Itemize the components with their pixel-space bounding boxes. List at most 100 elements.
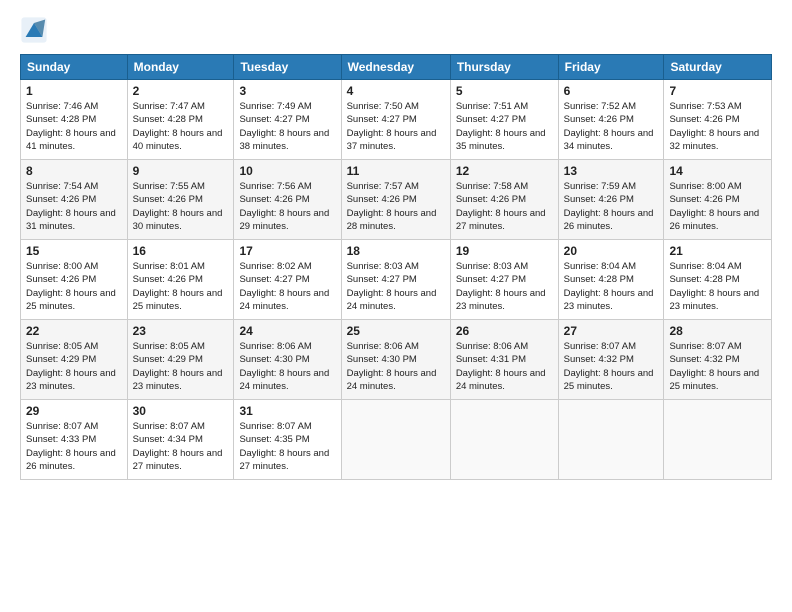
calendar-row-4: 29 Sunrise: 8:07 AMSunset: 4:33 PMDaylig… (21, 400, 772, 480)
day-number: 21 (669, 244, 766, 258)
day-number: 8 (26, 164, 122, 178)
day-header-monday: Monday (127, 55, 234, 80)
day-number: 16 (133, 244, 229, 258)
day-number: 29 (26, 404, 122, 418)
calendar-cell: 30 Sunrise: 8:07 AMSunset: 4:34 PMDaylig… (127, 400, 234, 480)
cell-info: Sunrise: 8:02 AMSunset: 4:27 PMDaylight:… (239, 261, 329, 312)
calendar-cell: 4 Sunrise: 7:50 AMSunset: 4:27 PMDayligh… (341, 80, 450, 160)
cell-info: Sunrise: 8:06 AMSunset: 4:30 PMDaylight:… (239, 341, 329, 392)
calendar-cell (341, 400, 450, 480)
day-number: 31 (239, 404, 335, 418)
calendar-cell: 9 Sunrise: 7:55 AMSunset: 4:26 PMDayligh… (127, 160, 234, 240)
calendar-row-1: 8 Sunrise: 7:54 AMSunset: 4:26 PMDayligh… (21, 160, 772, 240)
day-number: 22 (26, 324, 122, 338)
cell-info: Sunrise: 7:51 AMSunset: 4:27 PMDaylight:… (456, 101, 546, 152)
cell-info: Sunrise: 7:49 AMSunset: 4:27 PMDaylight:… (239, 101, 329, 152)
calendar-cell: 22 Sunrise: 8:05 AMSunset: 4:29 PMDaylig… (21, 320, 128, 400)
calendar-cell: 19 Sunrise: 8:03 AMSunset: 4:27 PMDaylig… (450, 240, 558, 320)
day-header-sunday: Sunday (21, 55, 128, 80)
cell-info: Sunrise: 8:01 AMSunset: 4:26 PMDaylight:… (133, 261, 223, 312)
calendar-cell: 29 Sunrise: 8:07 AMSunset: 4:33 PMDaylig… (21, 400, 128, 480)
cell-info: Sunrise: 8:05 AMSunset: 4:29 PMDaylight:… (26, 341, 116, 392)
cell-info: Sunrise: 8:03 AMSunset: 4:27 PMDaylight:… (347, 261, 437, 312)
cell-info: Sunrise: 8:07 AMSunset: 4:34 PMDaylight:… (133, 421, 223, 472)
day-number: 25 (347, 324, 445, 338)
day-header-thursday: Thursday (450, 55, 558, 80)
day-number: 24 (239, 324, 335, 338)
cell-info: Sunrise: 8:06 AMSunset: 4:30 PMDaylight:… (347, 341, 437, 392)
header (20, 16, 772, 44)
day-number: 5 (456, 84, 553, 98)
calendar-cell: 6 Sunrise: 7:52 AMSunset: 4:26 PMDayligh… (558, 80, 664, 160)
calendar-cell: 20 Sunrise: 8:04 AMSunset: 4:28 PMDaylig… (558, 240, 664, 320)
day-number: 23 (133, 324, 229, 338)
cell-info: Sunrise: 8:06 AMSunset: 4:31 PMDaylight:… (456, 341, 546, 392)
calendar-cell: 24 Sunrise: 8:06 AMSunset: 4:30 PMDaylig… (234, 320, 341, 400)
cell-info: Sunrise: 7:47 AMSunset: 4:28 PMDaylight:… (133, 101, 223, 152)
calendar-table: SundayMondayTuesdayWednesdayThursdayFrid… (20, 54, 772, 480)
calendar-cell: 14 Sunrise: 8:00 AMSunset: 4:26 PMDaylig… (664, 160, 772, 240)
day-number: 2 (133, 84, 229, 98)
logo (20, 16, 52, 44)
header-row: SundayMondayTuesdayWednesdayThursdayFrid… (21, 55, 772, 80)
day-number: 19 (456, 244, 553, 258)
calendar-cell: 5 Sunrise: 7:51 AMSunset: 4:27 PMDayligh… (450, 80, 558, 160)
calendar-cell: 15 Sunrise: 8:00 AMSunset: 4:26 PMDaylig… (21, 240, 128, 320)
calendar-cell: 25 Sunrise: 8:06 AMSunset: 4:30 PMDaylig… (341, 320, 450, 400)
day-number: 13 (564, 164, 659, 178)
calendar-cell: 28 Sunrise: 8:07 AMSunset: 4:32 PMDaylig… (664, 320, 772, 400)
day-header-tuesday: Tuesday (234, 55, 341, 80)
logo-icon (20, 16, 48, 44)
cell-info: Sunrise: 8:07 AMSunset: 4:33 PMDaylight:… (26, 421, 116, 472)
cell-info: Sunrise: 7:55 AMSunset: 4:26 PMDaylight:… (133, 181, 223, 232)
day-number: 4 (347, 84, 445, 98)
day-number: 18 (347, 244, 445, 258)
calendar-cell (558, 400, 664, 480)
cell-info: Sunrise: 7:46 AMSunset: 4:28 PMDaylight:… (26, 101, 116, 152)
cell-info: Sunrise: 8:07 AMSunset: 4:35 PMDaylight:… (239, 421, 329, 472)
calendar-cell: 17 Sunrise: 8:02 AMSunset: 4:27 PMDaylig… (234, 240, 341, 320)
cell-info: Sunrise: 8:00 AMSunset: 4:26 PMDaylight:… (669, 181, 759, 232)
day-number: 10 (239, 164, 335, 178)
cell-info: Sunrise: 7:54 AMSunset: 4:26 PMDaylight:… (26, 181, 116, 232)
day-header-saturday: Saturday (664, 55, 772, 80)
calendar-cell: 8 Sunrise: 7:54 AMSunset: 4:26 PMDayligh… (21, 160, 128, 240)
day-number: 7 (669, 84, 766, 98)
day-number: 11 (347, 164, 445, 178)
day-number: 27 (564, 324, 659, 338)
calendar-cell: 2 Sunrise: 7:47 AMSunset: 4:28 PMDayligh… (127, 80, 234, 160)
cell-info: Sunrise: 8:04 AMSunset: 4:28 PMDaylight:… (669, 261, 759, 312)
cell-info: Sunrise: 7:53 AMSunset: 4:26 PMDaylight:… (669, 101, 759, 152)
calendar-cell (450, 400, 558, 480)
cell-info: Sunrise: 8:07 AMSunset: 4:32 PMDaylight:… (564, 341, 654, 392)
day-number: 17 (239, 244, 335, 258)
calendar-cell: 27 Sunrise: 8:07 AMSunset: 4:32 PMDaylig… (558, 320, 664, 400)
cell-info: Sunrise: 7:52 AMSunset: 4:26 PMDaylight:… (564, 101, 654, 152)
cell-info: Sunrise: 8:05 AMSunset: 4:29 PMDaylight:… (133, 341, 223, 392)
calendar-cell: 31 Sunrise: 8:07 AMSunset: 4:35 PMDaylig… (234, 400, 341, 480)
day-number: 15 (26, 244, 122, 258)
cell-info: Sunrise: 7:56 AMSunset: 4:26 PMDaylight:… (239, 181, 329, 232)
day-number: 28 (669, 324, 766, 338)
calendar-cell: 7 Sunrise: 7:53 AMSunset: 4:26 PMDayligh… (664, 80, 772, 160)
day-number: 6 (564, 84, 659, 98)
calendar-cell: 16 Sunrise: 8:01 AMSunset: 4:26 PMDaylig… (127, 240, 234, 320)
calendar-row-3: 22 Sunrise: 8:05 AMSunset: 4:29 PMDaylig… (21, 320, 772, 400)
day-number: 12 (456, 164, 553, 178)
calendar-cell: 18 Sunrise: 8:03 AMSunset: 4:27 PMDaylig… (341, 240, 450, 320)
calendar-cell: 23 Sunrise: 8:05 AMSunset: 4:29 PMDaylig… (127, 320, 234, 400)
day-number: 20 (564, 244, 659, 258)
cell-info: Sunrise: 8:04 AMSunset: 4:28 PMDaylight:… (564, 261, 654, 312)
calendar-cell: 26 Sunrise: 8:06 AMSunset: 4:31 PMDaylig… (450, 320, 558, 400)
cell-info: Sunrise: 8:07 AMSunset: 4:32 PMDaylight:… (669, 341, 759, 392)
calendar-cell: 11 Sunrise: 7:57 AMSunset: 4:26 PMDaylig… (341, 160, 450, 240)
page: SundayMondayTuesdayWednesdayThursdayFrid… (0, 0, 792, 612)
day-number: 3 (239, 84, 335, 98)
calendar-cell: 1 Sunrise: 7:46 AMSunset: 4:28 PMDayligh… (21, 80, 128, 160)
calendar-cell: 13 Sunrise: 7:59 AMSunset: 4:26 PMDaylig… (558, 160, 664, 240)
calendar-cell (664, 400, 772, 480)
cell-info: Sunrise: 7:57 AMSunset: 4:26 PMDaylight:… (347, 181, 437, 232)
cell-info: Sunrise: 7:50 AMSunset: 4:27 PMDaylight:… (347, 101, 437, 152)
day-number: 1 (26, 84, 122, 98)
calendar-cell: 3 Sunrise: 7:49 AMSunset: 4:27 PMDayligh… (234, 80, 341, 160)
